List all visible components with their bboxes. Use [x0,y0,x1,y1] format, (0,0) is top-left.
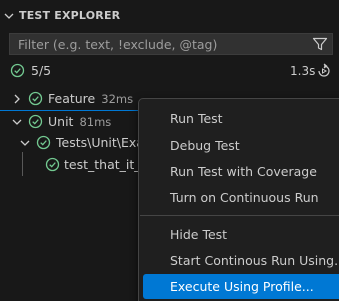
panel-title: TEST EXPLORER [19,9,121,22]
tree-item-time: 81ms [79,115,112,129]
menu-item-label: Start Continous Run Using... [170,253,339,268]
chevron-right-icon[interactable] [11,93,23,105]
test-explorer-panel: TEST EXPLORER 5/5 1.3s Feature 32ms [0,0,339,301]
filter-box[interactable] [9,33,333,55]
test-count: 5/5 [31,63,52,78]
filter-icon[interactable] [312,36,328,52]
menu-item-label: Hide Test [170,227,228,242]
tree-item-time: 32ms [101,92,134,106]
tree-item-label: Feature [48,91,96,106]
menu-item-label: Run Test [170,111,223,126]
pass-status-icon [10,63,25,78]
menu-item-debug-test[interactable]: Debug Test [143,133,339,158]
pass-status-icon [45,157,60,172]
total-duration: 1.3s [290,64,316,78]
menu-separator [140,215,339,216]
menu-item-execute-using-profile[interactable]: Execute Using Profile... [143,274,339,299]
chevron-down-icon[interactable] [11,116,23,128]
pass-status-icon [28,114,43,129]
pass-status-icon [28,91,43,106]
menu-item-label: Debug Test [170,138,240,153]
menu-item-run-test[interactable]: Run Test [143,106,339,131]
menu-item-hide-test[interactable]: Hide Test [143,222,339,247]
chevron-down-icon[interactable] [3,10,15,22]
menu-item-label: Turn on Continuous Run [170,190,319,205]
test-explorer-header[interactable]: TEST EXPLORER [0,0,339,32]
tree-item-label: Unit [48,114,74,129]
rerun-icon[interactable] [316,63,332,79]
menu-item-label: Execute Using Profile... [170,279,314,294]
pass-status-icon [36,135,51,150]
menu-item-label: Run Test with Coverage [170,164,317,179]
menu-item-start-continuous-run-using[interactable]: Start Continous Run Using... [143,248,339,273]
test-summary: 5/5 1.3s [0,60,339,82]
menu-item-run-with-coverage[interactable]: Run Test with Coverage [143,159,339,184]
context-menu: Run Test Debug Test Run Test with Covera… [138,98,339,301]
chevron-down-icon[interactable] [19,137,31,149]
tree-item-label: Tests\Unit\Exar [56,135,150,150]
filter-input[interactable] [10,34,300,54]
menu-item-turn-on-continuous-run[interactable]: Turn on Continuous Run [143,185,339,210]
